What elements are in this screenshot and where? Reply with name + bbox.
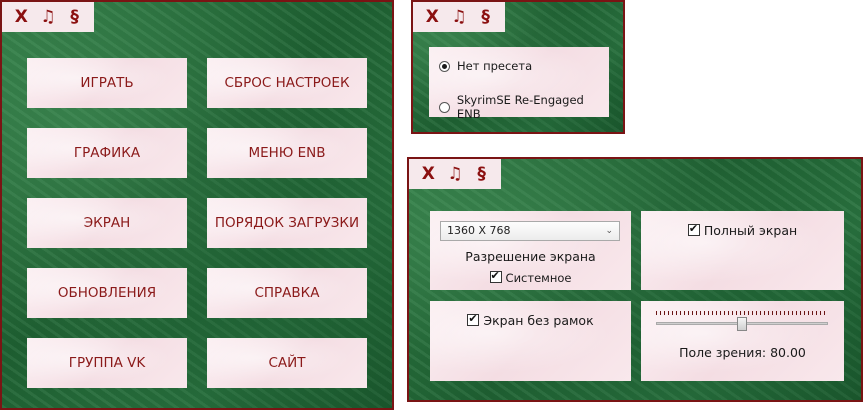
music-icon[interactable]: ♫: [442, 164, 469, 184]
fullscreen-checkbox[interactable]: Полный экран: [641, 222, 844, 238]
reset-settings-button[interactable]: СБРОС НАСТРОЕК: [207, 58, 367, 108]
preset-option-label: Нет пресета: [457, 59, 533, 73]
screen-settings-panel: X ♫ § 1360 X 768 ⌄ Разрешение экрана Сис…: [407, 157, 863, 402]
radio-selected-icon[interactable]: [439, 60, 450, 72]
main-menu-panel: X ♫ § ИГРАТЬ СБРОС НАСТРОЕК ГРАФИКА МЕНЮ…: [0, 0, 394, 410]
system-label: Системное: [505, 271, 572, 285]
borderless-card: Экран без рамок: [430, 301, 631, 381]
vk-group-button[interactable]: ГРУППА VK: [27, 338, 187, 388]
chevron-down-icon: ⌄: [605, 226, 613, 236]
fullscreen-card: Полный экран: [641, 211, 844, 290]
close-icon[interactable]: X: [8, 7, 35, 27]
fov-slider[interactable]: [656, 311, 828, 335]
checkbox-checked-icon[interactable]: [467, 312, 480, 326]
screen-button[interactable]: ЭКРАН: [27, 198, 187, 248]
fov-slider-ticks: [656, 311, 828, 315]
load-order-button[interactable]: ПОРЯДОК ЗАГРУЗКИ: [207, 198, 367, 248]
radio-unselected-icon[interactable]: [439, 101, 450, 113]
section-icon[interactable]: §: [468, 164, 495, 184]
enb-menu-button[interactable]: МЕНЮ ENB: [207, 128, 367, 178]
section-icon[interactable]: §: [472, 7, 499, 27]
resolution-select[interactable]: 1360 X 768 ⌄: [440, 221, 620, 241]
preset-titlebar: X ♫ §: [413, 2, 505, 32]
fullscreen-label: Полный экран: [703, 223, 798, 238]
resolution-label: Разрешение экрана: [465, 249, 596, 264]
checkbox-checked-icon[interactable]: [687, 222, 700, 236]
updates-button[interactable]: ОБНОВЛЕНИЯ: [27, 268, 187, 318]
resolution-card: 1360 X 768 ⌄ Разрешение экрана Системное: [430, 211, 631, 290]
preset-list: Нет пресета SkyrimSE Re-Engaged ENB: [429, 47, 609, 121]
close-icon[interactable]: X: [415, 164, 442, 184]
music-icon[interactable]: ♫: [35, 7, 62, 27]
borderless-checkbox[interactable]: Экран без рамок: [430, 312, 631, 328]
checkbox-checked-icon[interactable]: [489, 269, 502, 283]
close-icon[interactable]: X: [419, 7, 446, 27]
website-button[interactable]: САЙТ: [207, 338, 367, 388]
section-icon[interactable]: §: [61, 7, 88, 27]
main-menu-titlebar: X ♫ §: [2, 2, 94, 32]
fov-card: Поле зрения: 80.00: [641, 301, 844, 381]
music-icon[interactable]: ♫: [446, 7, 473, 27]
preset-option-reengaged[interactable]: SkyrimSE Re-Engaged ENB: [439, 93, 609, 121]
system-resolution-checkbox[interactable]: Системное: [430, 269, 631, 285]
preset-option-none[interactable]: Нет пресета: [439, 59, 532, 73]
help-button[interactable]: СПРАВКА: [207, 268, 367, 318]
preset-panel: X ♫ § Нет пресета SkyrimSE Re-Engaged EN…: [411, 0, 625, 134]
resolution-value: 1360 X 768: [447, 224, 511, 237]
fov-label: Поле зрения: 80.00: [679, 345, 806, 360]
fov-slider-thumb[interactable]: [737, 317, 747, 331]
preset-option-label: SkyrimSE Re-Engaged ENB: [456, 93, 584, 121]
play-button[interactable]: ИГРАТЬ: [27, 58, 187, 108]
screen-titlebar: X ♫ §: [409, 159, 501, 189]
graphics-button[interactable]: ГРАФИКА: [27, 128, 187, 178]
borderless-label: Экран без рамок: [483, 313, 594, 328]
